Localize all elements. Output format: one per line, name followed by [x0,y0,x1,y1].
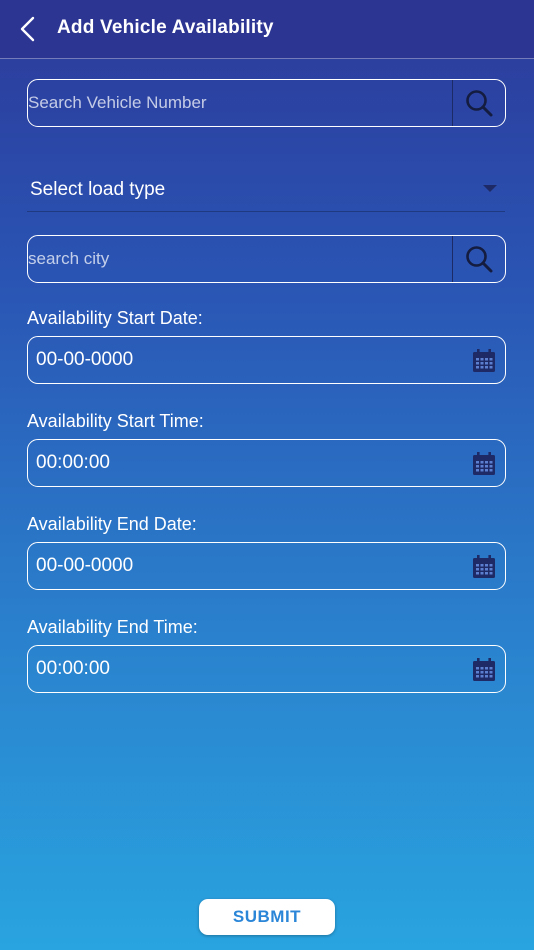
end-date-calendar-button[interactable] [470,553,498,581]
end-time-calendar-button[interactable] [470,656,498,684]
end-date-field [27,542,506,590]
calendar-icon [473,555,495,578]
caret-down-icon [483,185,497,192]
start-date-label: Availability Start Date: [27,308,203,328]
end-date-input[interactable] [28,543,458,589]
end-time-input[interactable] [28,646,458,692]
search-icon [466,246,493,273]
calendar-icon [473,349,495,372]
search-icon [466,90,493,117]
page-title: Add Vehicle Availability [57,17,274,38]
end-time-field [27,645,506,693]
end-time-label: Availability End Time: [27,617,198,637]
back-button[interactable] [12,12,44,46]
start-date-calendar-button[interactable] [470,347,498,375]
start-time-calendar-button[interactable] [470,450,498,478]
chevron-left-icon [20,16,35,42]
calendar-icon [473,658,495,681]
load-type-select[interactable]: Select load type [27,168,505,212]
city-search-button[interactable] [452,236,505,282]
city-search-box [27,235,506,283]
vehicle-number-search-input[interactable] [28,80,454,126]
calendar-icon [473,452,495,475]
load-type-selected-label: Select load type [30,179,166,200]
start-date-field [27,336,506,384]
start-date-input[interactable] [28,337,458,383]
vehicle-search-button[interactable] [452,80,505,126]
start-time-input[interactable] [28,440,458,486]
end-date-label: Availability End Date: [27,514,197,534]
city-search-input[interactable] [28,236,454,282]
vehicle-search-box [27,79,506,127]
app-header: Add Vehicle Availability [0,0,534,59]
start-time-field [27,439,506,487]
start-time-label: Availability Start Time: [27,411,204,431]
submit-button[interactable]: SUBMIT [199,899,335,935]
